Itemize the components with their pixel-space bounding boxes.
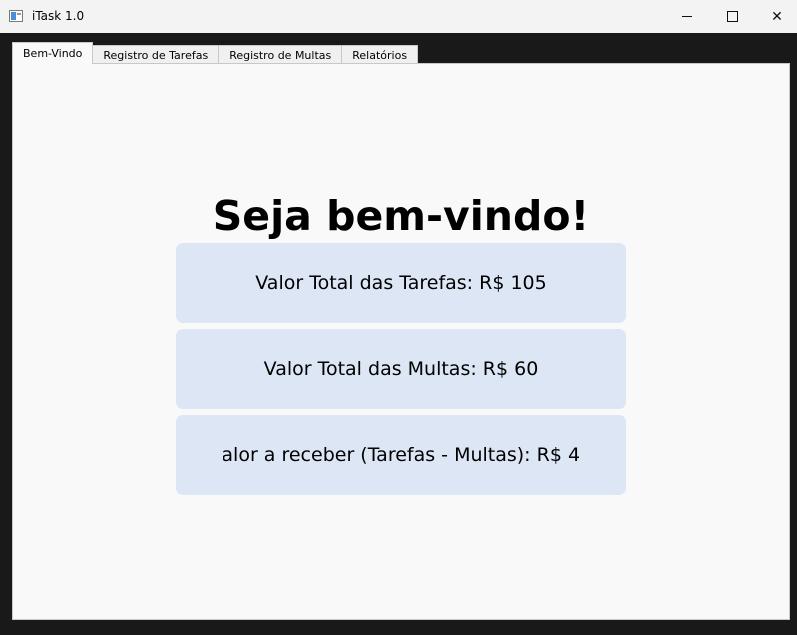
tab-relatorios[interactable]: Relatórios: [341, 45, 419, 64]
tab-panel-bem-vindo: Seja bem-vindo! Valor Total das Tarefas:…: [12, 63, 790, 620]
amount-to-receive-label: Valor a receber (Tarefas - Multas): R$ 4…: [223, 444, 579, 466]
title-bar[interactable]: iTask 1.0 ✕: [0, 0, 797, 33]
total-fines-card: Valor Total das Multas: R$ 60: [176, 329, 626, 409]
tab-bem-vindo[interactable]: Bem-Vindo: [12, 42, 94, 64]
total-tasks-card: Valor Total das Tarefas: R$ 105: [176, 243, 626, 323]
window-client-area: Bem-Vindo Registro de Tarefas Registro d…: [9, 42, 790, 625]
welcome-heading: Seja bem-vindo!: [212, 192, 590, 240]
window-title: iTask 1.0: [32, 9, 85, 23]
tab-registro-de-multas[interactable]: Registro de Multas: [218, 45, 343, 64]
maximize-icon: [726, 11, 738, 22]
amount-to-receive-card: Valor a receber (Tarefas - Multas): R$ 4…: [176, 415, 626, 495]
maximize-button[interactable]: [709, 0, 755, 33]
close-button[interactable]: ✕: [754, 0, 797, 33]
minimize-icon: [682, 16, 692, 17]
total-fines-label: Valor Total das Multas: R$ 60: [263, 358, 539, 380]
minimize-button[interactable]: [664, 0, 710, 33]
total-tasks-label: Valor Total das Tarefas: R$ 105: [255, 272, 547, 294]
tab-registro-de-tarefas[interactable]: Registro de Tarefas: [92, 45, 220, 64]
app-icon[interactable]: [9, 10, 23, 22]
app-window: iTask 1.0 ✕ Bem-Vindo Registro de Tarefa…: [0, 0, 797, 635]
tab-bar: Bem-Vindo Registro de Tarefas Registro d…: [9, 42, 419, 64]
close-icon: ✕: [771, 8, 783, 25]
